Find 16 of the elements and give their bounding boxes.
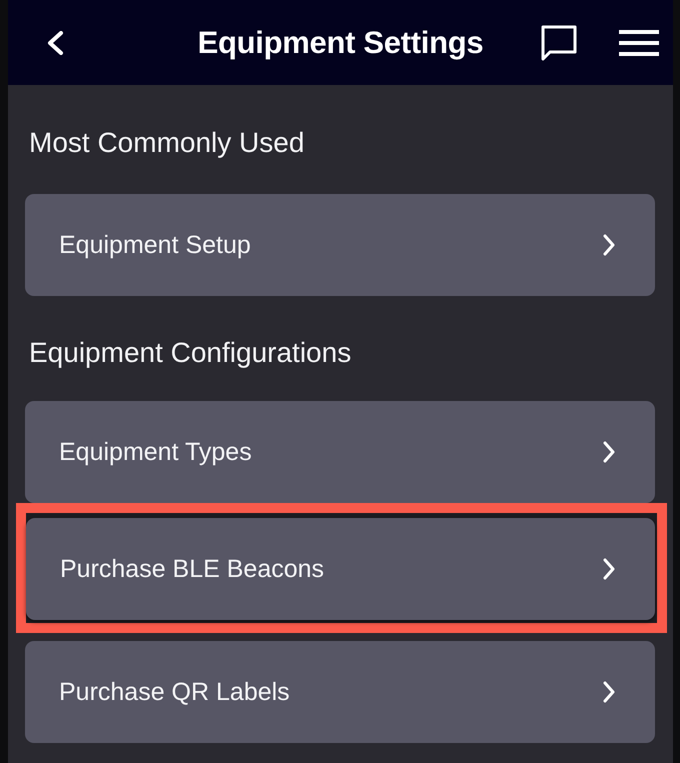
settings-item[interactable]: Equipment Setup (25, 194, 655, 296)
screen-title: Equipment Settings (198, 24, 484, 60)
section-heading: Most Commonly Used (28, 126, 306, 160)
settings-item[interactable]: Purchase QR Labels (25, 641, 655, 743)
chevron-left-icon (46, 30, 64, 54)
chevron-right-icon (603, 441, 615, 463)
chevron-right-icon (603, 681, 615, 703)
chat-button[interactable] (540, 24, 578, 62)
chevron-right-icon (603, 558, 615, 580)
menu-button[interactable] (618, 28, 660, 58)
settings-item[interactable]: Purchase BLE Beacons (26, 518, 655, 620)
section-heading: Equipment Configurations (28, 336, 352, 370)
chat-bubble-icon (541, 24, 577, 60)
menu-icon (619, 30, 659, 56)
settings-item[interactable]: Equipment Types (25, 401, 655, 503)
chevron-right-icon (603, 234, 615, 256)
